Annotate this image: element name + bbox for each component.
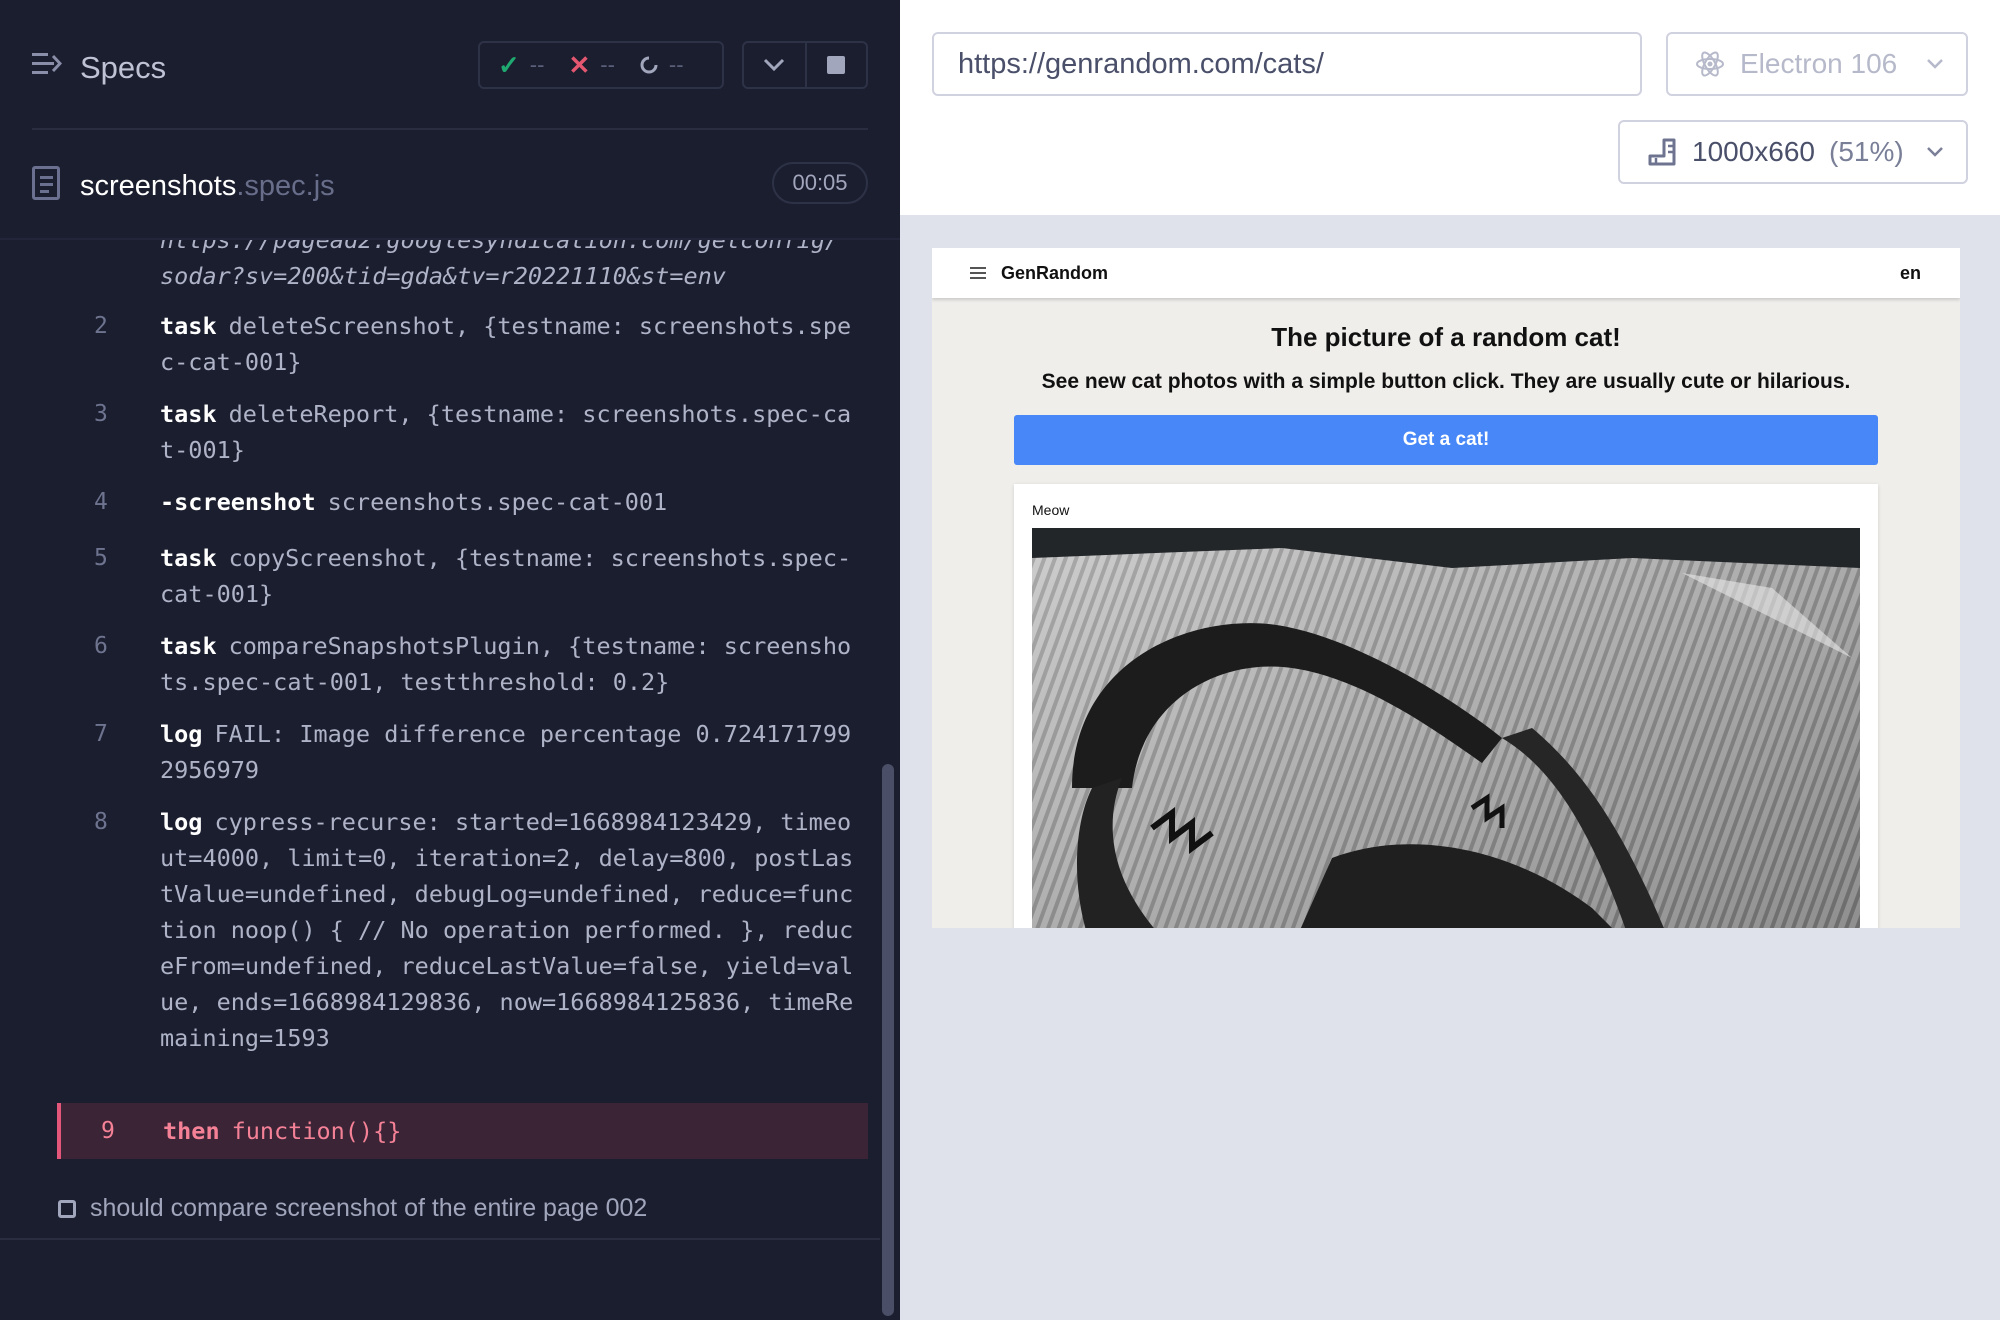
log-args: cypress-recurse: started=1668984123429, …: [160, 808, 854, 1052]
log-message: then function(){}: [163, 1113, 863, 1149]
log-message: task deleteScreenshot, {testname: screens…: [160, 308, 860, 380]
log-command: log: [160, 720, 203, 748]
log-line: sodar?sv=200&tid=gda&tv=r20221110&st=env: [160, 262, 726, 290]
log-command: task: [160, 312, 217, 340]
pending-stat: --: [639, 52, 684, 78]
log-command: task: [160, 632, 217, 660]
browser-toolbar: https://genrandom.com/cats/ Electron 106: [900, 0, 2000, 215]
browser-name: Electron 106: [1740, 48, 1898, 79]
log-number: 3: [94, 401, 108, 427]
test-title: should compare screenshot of the entire …: [90, 1194, 648, 1222]
spec-ext: .spec.js: [236, 170, 335, 202]
log-command: log: [160, 808, 203, 836]
log-number: 6: [94, 633, 108, 659]
log-command: -screenshot: [160, 488, 316, 516]
log-item-failed[interactable]: 9 then function(){}: [57, 1103, 868, 1159]
page-title: The picture of a random cat!: [1271, 322, 1621, 352]
log-args: copyScreenshot, {testname: screenshots.s…: [160, 544, 852, 608]
test-item[interactable]: should compare screenshot of the entire …: [58, 1192, 878, 1228]
log-command: task: [160, 544, 217, 572]
site-brand[interactable]: GenRandom: [1001, 263, 1108, 284]
stop-icon: [827, 56, 846, 74]
test-divider: [0, 1238, 880, 1240]
passed-stat: ✓ --: [498, 50, 544, 81]
log-message: log cypress-recurse: started=166898412342…: [160, 804, 860, 1056]
url-bar[interactable]: https://genrandom.com/cats/: [932, 32, 1642, 96]
cat-photo: [1032, 528, 1860, 928]
viewport-scale: (51%): [1829, 136, 1904, 167]
passed-count: --: [529, 52, 545, 77]
log-args: screenshots.spec-cat-001: [327, 488, 668, 516]
log-number: 4: [94, 489, 108, 515]
pending-circle-icon: [640, 56, 658, 74]
card-label: Meow: [1032, 502, 1070, 518]
chevron-down-icon: [764, 58, 785, 72]
log-message: task compareSnapshotsPlugin, {testname: s…: [160, 628, 860, 700]
check-icon: ✓: [498, 49, 520, 80]
site-navbar: GenRandom en: [932, 248, 1960, 298]
test-state-icon: [58, 1200, 76, 1218]
ruler-icon: [1648, 138, 1676, 166]
app-under-test[interactable]: GenRandom en The picture of a random cat…: [932, 248, 1960, 928]
page-subtitle: See new cat photos with a simple button …: [1041, 370, 1851, 393]
log-message: log FAIL: Image difference percentage 0.7…: [160, 716, 860, 788]
spec-filename: screenshots.spec.js: [80, 170, 335, 203]
log-message: -screenshot screenshots.spec-cat-001: [160, 484, 860, 520]
chevron-down-icon: [1927, 59, 1943, 69]
spec-duration: 00:05: [772, 162, 868, 204]
log-message: task copyScreenshot, {testname: screensho…: [160, 540, 860, 612]
log-message: task deleteReport, {testname: screenshots…: [160, 396, 860, 468]
get-cat-button[interactable]: Get a cat!: [1014, 415, 1878, 465]
spec-header: screenshots.spec.js 00:05: [32, 160, 868, 210]
aut-panel: https://genrandom.com/cats/ Electron 106: [900, 0, 2000, 1320]
log-args: deleteScreenshot, {testname: screenshots…: [160, 312, 852, 376]
electron-icon: [1696, 51, 1724, 77]
command-log-panel: Specs ✓ -- ✕ -- -- screenshots.spec.js 0…: [0, 0, 900, 1320]
log-args: compareSnapshotsPlugin, {testname: scree…: [160, 632, 852, 696]
spec-name: screenshots: [80, 170, 237, 202]
log-scrollbar[interactable]: [882, 764, 894, 1316]
viewport-size: 1000x660: [1692, 136, 1816, 167]
specs-list-icon[interactable]: [32, 50, 62, 78]
log-number: 7: [94, 721, 108, 747]
browser-selector[interactable]: Electron 106: [1666, 32, 1968, 96]
cat-card: Meow: [1014, 484, 1878, 928]
failed-count: --: [600, 52, 615, 77]
log-number: 2: [94, 313, 108, 339]
header-divider: [32, 128, 868, 130]
expand-button[interactable]: [744, 43, 805, 87]
chevron-down-icon: [1927, 147, 1943, 157]
hamburger-menu-icon[interactable]: [970, 267, 986, 279]
log-args: function(){}: [231, 1117, 402, 1145]
specs-title[interactable]: Specs: [80, 50, 166, 86]
viewport-selector[interactable]: 1000x660 (51%): [1618, 120, 1968, 184]
stop-button[interactable]: [804, 43, 866, 87]
log-command: then: [163, 1117, 220, 1145]
runner-header: Specs ✓ -- ✕ -- --: [32, 36, 868, 96]
log-line: https://pagead2.googlesyndication.com/ge…: [160, 240, 840, 254]
log-args: FAIL: Image difference percentage 0.7241…: [160, 720, 852, 784]
cypress-runner: Specs ✓ -- ✕ -- -- screenshots.spec.js 0…: [0, 0, 2000, 1320]
language-selector[interactable]: en: [1900, 263, 1921, 284]
pending-count: --: [668, 52, 684, 77]
log-command: task: [160, 400, 217, 428]
run-controls: [742, 41, 868, 89]
log-number: 5: [94, 545, 108, 571]
failed-stat: ✕ --: [568, 50, 614, 81]
log-message: https://pagead2.googlesyndication.com/ge…: [160, 240, 860, 294]
x-icon: ✕: [568, 49, 591, 80]
command-log[interactable]: https://pagead2.googlesyndication.com/ge…: [0, 240, 880, 1240]
log-number: 9: [101, 1118, 115, 1144]
test-stats: ✓ -- ✕ -- --: [478, 41, 724, 89]
log-args: deleteReport, {testname: screenshots.spe…: [160, 400, 852, 464]
log-number: 8: [94, 809, 108, 835]
document-icon: [32, 166, 60, 200]
